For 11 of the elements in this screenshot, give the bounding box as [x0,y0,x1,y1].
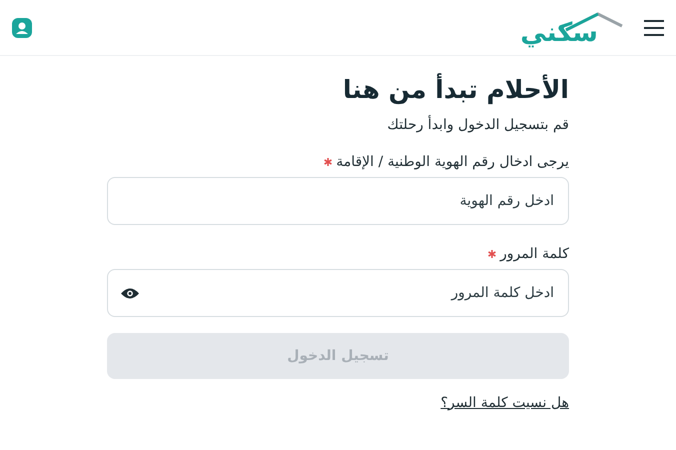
input-field[interactable]: ادخل رقم الهوية [107,176,569,224]
forgot-password-link[interactable]: هل نسيت كلمة السر؟ [440,394,569,410]
eye-icon[interactable] [121,286,139,300]
subtitle: قم بتسجيل الدخول وابدأ رحلتك [386,116,569,132]
user-icon[interactable] [12,18,32,38]
menu-icon[interactable] [644,20,664,36]
password-field[interactable]: ادخل كلمة المرور [107,268,569,316]
field-label: كلمة المرور [500,246,569,262]
field-label: يرجى ادخال رقم الهوية الوطنية / الإقامة [336,154,569,170]
logo-text[interactable]: سكني [520,12,624,48]
page-title: الأحلام تبدأ من هنا [342,74,569,106]
